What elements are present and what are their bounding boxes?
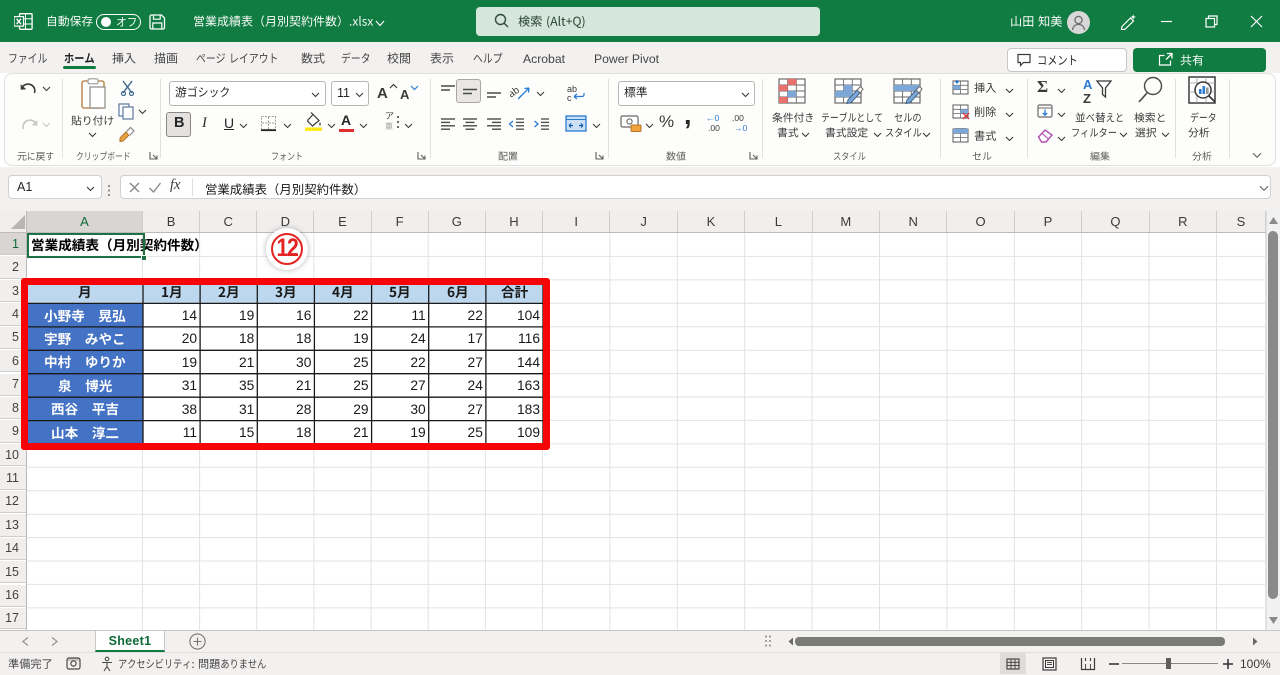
svg-text:→0: →0 [734, 123, 748, 133]
svg-text:A: A [1083, 77, 1093, 92]
svg-text:.00: .00 [732, 113, 744, 123]
svg-text:ab: ab [510, 85, 522, 101]
svg-text:←0: ←0 [706, 113, 720, 123]
svg-text:.00: .00 [708, 123, 720, 133]
svg-text:c: c [567, 93, 572, 102]
svg-text:Z: Z [1083, 91, 1091, 105]
